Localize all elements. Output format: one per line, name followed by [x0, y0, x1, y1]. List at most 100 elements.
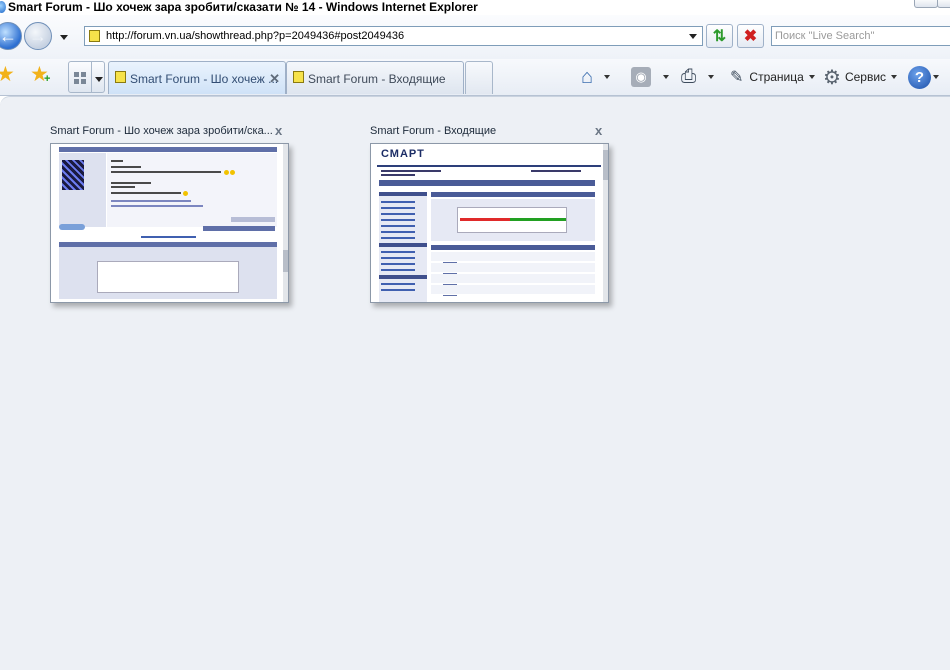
refresh-button[interactable]: ⇅	[706, 24, 733, 48]
thumb-text-line	[111, 171, 221, 173]
thumb-text-line	[111, 192, 181, 194]
quick-tab-title[interactable]: Smart Forum - Шо хочеж зара зробити/ска.…	[50, 125, 273, 137]
ie-logo-icon	[0, 1, 6, 13]
thumb-sidebar-link	[381, 289, 415, 291]
thumb-sidebar-header	[379, 275, 427, 279]
page-favicon-icon	[89, 30, 100, 42]
table-row	[431, 285, 595, 294]
tab-label: Smart Forum - Шо хочеж ...	[130, 72, 279, 86]
tab-command-bar: ★ ★ + Smart Forum - Шо хочеж ... ✕ Smart…	[0, 59, 950, 96]
thumb-row-link	[443, 284, 457, 285]
tab-list-button[interactable]	[92, 61, 105, 93]
help-button[interactable]: ?	[908, 63, 939, 91]
thumb-sidebar-link	[381, 283, 415, 285]
page-favicon-icon	[293, 71, 304, 83]
recent-pages-dropdown[interactable]	[60, 35, 68, 40]
thumb-sidebar-link	[381, 225, 415, 227]
address-url[interactable]: http://forum.vn.ua/showthread.php?p=2049…	[106, 27, 404, 45]
help-icon: ?	[908, 65, 931, 89]
smiley-icon	[183, 191, 188, 196]
thumb-breadcrumb	[381, 170, 441, 172]
quick-tab-thumbnail-inbox[interactable]: СМАРТ	[370, 143, 609, 303]
thumb-sidebar-link	[381, 213, 415, 215]
chevron-down-icon	[95, 77, 103, 82]
close-icon[interactable]: x	[595, 123, 602, 138]
table-row	[431, 263, 595, 272]
table-row	[431, 252, 595, 261]
minimize-button[interactable]	[914, 0, 938, 8]
quick-tabs-view: Smart Forum - Шо хочеж зара зробити/ска.…	[0, 96, 950, 670]
thumb-sidebar-header	[379, 192, 427, 196]
page-menu-button[interactable]: ✎ Страница	[730, 63, 815, 91]
thumb-post-buttons	[231, 217, 275, 222]
table-row	[431, 274, 595, 283]
window-title: Smart Forum - Шо хочеж зара зробити/сказ…	[8, 0, 478, 14]
thumb-sidebar-link	[381, 201, 415, 203]
thumb-navbar	[379, 180, 595, 186]
chevron-down-icon[interactable]	[604, 75, 611, 79]
gear-icon: ⚙	[823, 66, 841, 89]
stop-button[interactable]: ✖	[737, 24, 764, 48]
thumb-sidebar-link	[381, 263, 415, 265]
tab-inbox[interactable]: Smart Forum - Входящие	[286, 61, 464, 94]
refresh-icon: ⇅	[712, 28, 727, 45]
new-tab-button[interactable]	[465, 61, 493, 94]
quick-tab-thumbnail-forum[interactable]	[50, 143, 289, 303]
thumb-sidebar-link	[381, 257, 415, 259]
chevron-down-icon[interactable]	[663, 75, 669, 79]
thumb-scrollbar	[283, 144, 288, 302]
chevron-down-icon[interactable]	[708, 75, 715, 79]
thumb-sidebar-link	[381, 207, 415, 209]
thumb-quota-free-bar	[510, 218, 566, 221]
thumb-signature-line	[111, 205, 203, 207]
thumb-site-logo: СМАРТ	[381, 148, 425, 160]
back-button[interactable]: ←	[0, 22, 22, 50]
avatar	[62, 160, 84, 190]
thumb-breadcrumb	[381, 174, 415, 176]
thumb-sidebar-link	[381, 251, 415, 253]
address-bar[interactable]: http://forum.vn.ua/showthread.php?p=2049…	[84, 26, 703, 46]
print-icon: ⎙	[681, 66, 697, 87]
tools-menu-label: Сервис	[844, 70, 887, 84]
feeds-button[interactable]: ◉	[631, 63, 669, 91]
tools-menu-button[interactable]: ⚙ Сервис	[823, 63, 898, 91]
forward-button[interactable]: →	[24, 22, 52, 50]
address-dropdown[interactable]	[689, 34, 697, 39]
thumb-quota-used-bar	[460, 218, 510, 221]
chevron-down-icon[interactable]	[933, 75, 939, 79]
smiley-icon	[230, 170, 235, 175]
thumb-nav-links	[141, 236, 196, 238]
close-icon[interactable]: ✕	[269, 64, 280, 94]
tab-label: Smart Forum - Входящие	[308, 72, 446, 86]
chevron-down-icon	[891, 75, 898, 79]
navigation-bar: ← → http://forum.vn.ua/showthread.php?p=…	[0, 15, 950, 59]
thumb-reply-button	[59, 224, 85, 230]
page-icon: ✎	[730, 69, 744, 86]
search-input[interactable]: Поиск "Live Search"	[771, 26, 950, 46]
thumb-sidebar-link	[381, 219, 415, 221]
thumb-row-link	[443, 273, 457, 274]
thumb-panel-header	[431, 245, 595, 250]
thumb-text-line	[111, 182, 151, 184]
thumb-post-body	[107, 153, 277, 227]
thumb-sidebar-link	[381, 237, 415, 239]
thumb-panel-header	[431, 192, 595, 197]
thumb-header-bar	[59, 147, 277, 152]
thumb-row-link	[443, 295, 457, 296]
thumb-text-line	[111, 160, 123, 162]
thumb-text-line	[111, 166, 141, 168]
close-icon[interactable]: x	[275, 123, 282, 138]
thumb-quick-reply-textarea	[97, 261, 239, 293]
favorites-star-icon[interactable]: ★	[0, 62, 15, 87]
print-button[interactable]: ⎙	[681, 63, 715, 91]
quick-tab-title[interactable]: Smart Forum - Входящие	[370, 125, 496, 137]
thumb-sidebar-link	[381, 231, 415, 233]
home-button[interactable]: ⌂	[581, 63, 611, 91]
tab-forum-thread[interactable]: Smart Forum - Шо хочеж ... ✕	[108, 61, 286, 94]
thumb-scrollbar	[603, 144, 608, 302]
maximize-button[interactable]	[937, 0, 950, 8]
add-favorites-plus-icon: +	[44, 73, 51, 85]
thumb-sidebar-header	[379, 243, 427, 247]
quick-tabs-button[interactable]	[68, 61, 92, 93]
page-favicon-icon	[115, 71, 126, 83]
